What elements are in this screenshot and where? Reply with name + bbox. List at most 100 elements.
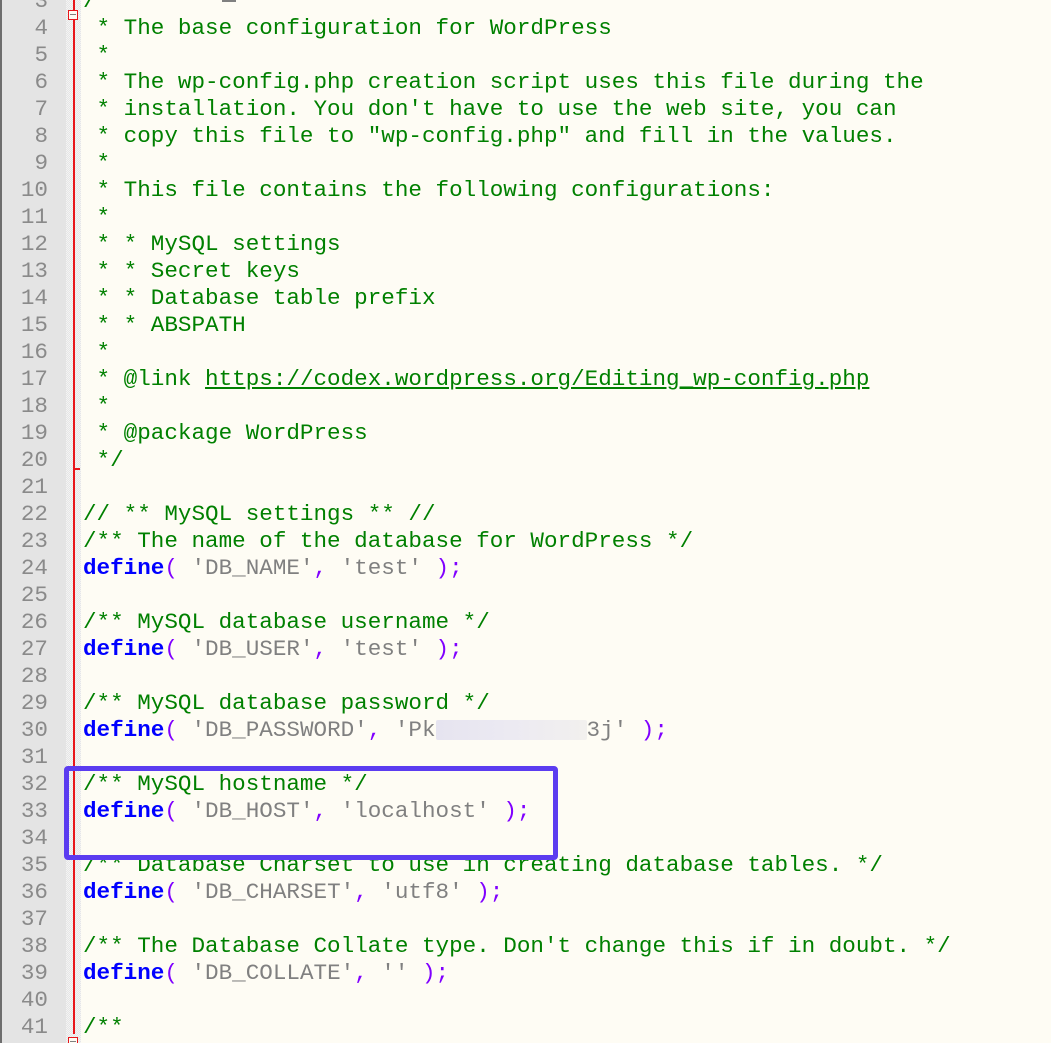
code-line[interactable]: 8 * copy this file to "wp-config.php" an…: [0, 123, 1051, 150]
code-content[interactable]: define( 'DB_HOST', 'localhost' );: [83, 798, 530, 825]
comment-text: /**: [83, 0, 124, 14]
comment-link[interactable]: https://codex.wordpress.org/Editing_wp-c…: [205, 366, 869, 392]
code-content[interactable]: * * Secret keys: [83, 258, 300, 285]
line-number: 3: [34, 0, 48, 14]
code-line[interactable]: 21: [0, 474, 1051, 501]
code-content[interactable]: define( 'DB_USER', 'test' );: [83, 636, 463, 663]
code-line[interactable]: 17 * @link https://codex.wordpress.org/E…: [0, 366, 1051, 393]
line-number: 19: [20, 420, 48, 446]
code-line[interactable]: 32 /** MySQL hostname */: [0, 771, 1051, 798]
code-line[interactable]: 25: [0, 582, 1051, 609]
operator: );: [435, 555, 463, 581]
code-line[interactable]: 3 /**: [0, 0, 1051, 15]
code-line[interactable]: 41 /**: [0, 1014, 1051, 1041]
code-line[interactable]: 20 */: [0, 447, 1051, 474]
code-content[interactable]: */: [83, 447, 124, 474]
code-line[interactable]: 28: [0, 663, 1051, 690]
code-content[interactable]: * * ABSPATH: [83, 312, 246, 339]
code-content[interactable]: * * Database table prefix: [83, 285, 436, 312]
code-line[interactable]: 9 *: [0, 150, 1051, 177]
code-editor[interactable]: 3/** 4 * The base configuration for WordP…: [0, 0, 1051, 1043]
code-content[interactable]: define( 'DB_COLLATE', '' );: [83, 960, 449, 987]
code-content[interactable]: /**: [83, 0, 124, 15]
code-content[interactable]: * copy this file to "wp-config.php" and …: [83, 123, 897, 150]
code-line[interactable]: 27 define( 'DB_USER', 'test' );: [0, 636, 1051, 663]
comment-text: * @package WordPress: [83, 420, 368, 446]
code-line[interactable]: 29 /** MySQL database password */: [0, 690, 1051, 717]
code-line[interactable]: 40: [0, 987, 1051, 1014]
code-line[interactable]: 31: [0, 744, 1051, 771]
code-line[interactable]: 14 * * Database table prefix: [0, 285, 1051, 312]
code-content[interactable]: /** MySQL hostname */: [83, 771, 368, 798]
string-literal: 'test': [327, 555, 436, 581]
line-number: 11: [20, 204, 48, 230]
code-line[interactable]: 7 * installation. You don't have to use …: [0, 96, 1051, 123]
operator: );: [503, 798, 531, 824]
code-content[interactable]: /** The name of the database for WordPre…: [83, 528, 693, 555]
code-content[interactable]: * The wp-config.php creation script uses…: [83, 69, 924, 96]
string-literal: 'DB_USER': [177, 636, 314, 662]
keyword-define: define: [83, 555, 165, 581]
code-line[interactable]: 18 *: [0, 393, 1051, 420]
code-content[interactable]: /** Database Charset to use in creating …: [83, 852, 883, 879]
line-number: 41: [20, 1014, 48, 1040]
comment-text: *: [83, 150, 111, 176]
code-line[interactable]: 16 *: [0, 339, 1051, 366]
code-line[interactable]: 39 define( 'DB_COLLATE', '' );: [0, 960, 1051, 987]
code-line[interactable]: 38 /** The Database Collate type. Don't c…: [0, 933, 1051, 960]
code-line[interactable]: 13 * * Secret keys: [0, 258, 1051, 285]
string-literal: 'DB_COLLATE': [177, 960, 355, 986]
operator: (: [164, 717, 178, 743]
code-line[interactable]: 15 * * ABSPATH: [0, 312, 1051, 339]
code-content[interactable]: * @package WordPress: [83, 420, 368, 447]
string-literal: 'localhost': [327, 798, 504, 824]
operator: (: [164, 798, 178, 824]
line-number: 22: [20, 501, 48, 527]
code-content[interactable]: * The base configuration for WordPress: [83, 15, 612, 42]
code-content[interactable]: * installation. You don't have to use th…: [83, 96, 897, 123]
comment-text: * * Secret keys: [83, 258, 300, 284]
code-content[interactable]: /** MySQL database password */: [83, 690, 490, 717]
code-content[interactable]: /** MySQL database username */: [83, 609, 490, 636]
code-content[interactable]: *: [83, 150, 111, 177]
code-line[interactable]: 26 /** MySQL database username */: [0, 609, 1051, 636]
code-line[interactable]: 19 * @package WordPress: [0, 420, 1051, 447]
comment-text: * * Database table prefix: [83, 285, 436, 311]
code-content[interactable]: *: [83, 393, 111, 420]
code-content[interactable]: define( 'DB_CHARSET', 'utf8' );: [83, 879, 503, 906]
code-line[interactable]: 36 define( 'DB_CHARSET', 'utf8' );: [0, 879, 1051, 906]
code-line[interactable]: 10 * This file contains the following co…: [0, 177, 1051, 204]
code-line[interactable]: 24 define( 'DB_NAME', 'test' );: [0, 555, 1051, 582]
operator: ,: [354, 960, 368, 986]
line-number: 13: [20, 258, 48, 284]
code-line[interactable]: 37: [0, 906, 1051, 933]
code-content[interactable]: /**: [83, 1014, 124, 1041]
code-line[interactable]: 6 * The wp-config.php creation script us…: [0, 69, 1051, 96]
code-line[interactable]: 11 *: [0, 204, 1051, 231]
code-content[interactable]: * * MySQL settings: [83, 231, 341, 258]
code-content[interactable]: define( 'DB_NAME', 'test' );: [83, 555, 463, 582]
code-line[interactable]: 5 *: [0, 42, 1051, 69]
code-line[interactable]: 35 /** Database Charset to use in creatin…: [0, 852, 1051, 879]
code-line[interactable]: 23 /** The name of the database for WordP…: [0, 528, 1051, 555]
code-line[interactable]: 30 define( 'DB_PASSWORD', 'Pk 3j' );: [0, 717, 1051, 744]
operator: (: [164, 636, 178, 662]
code-content[interactable]: *: [83, 339, 111, 366]
code-lines[interactable]: 3/** 4 * The base configuration for WordP…: [0, 0, 1051, 1041]
line-number: 39: [20, 960, 48, 986]
code-content[interactable]: // ** MySQL settings ** //: [83, 501, 436, 528]
code-content[interactable]: /** The Database Collate type. Don't cha…: [83, 933, 951, 960]
code-content[interactable]: * @link https://codex.wordpress.org/Edit…: [83, 366, 870, 393]
line-number: 30: [20, 717, 48, 743]
code-line[interactable]: 4 * The base configuration for WordPress: [0, 15, 1051, 42]
code-line[interactable]: 33 define( 'DB_HOST', 'localhost' );: [0, 798, 1051, 825]
code-line[interactable]: 22 // ** MySQL settings ** //: [0, 501, 1051, 528]
operator: ,: [354, 879, 368, 905]
code-content[interactable]: *: [83, 42, 111, 69]
string-literal: 'test': [327, 636, 436, 662]
code-content[interactable]: define( 'DB_PASSWORD', 'Pk 3j' );: [83, 717, 668, 744]
code-line[interactable]: 34: [0, 825, 1051, 852]
code-line[interactable]: 12 * * MySQL settings: [0, 231, 1051, 258]
code-content[interactable]: *: [83, 204, 111, 231]
code-content[interactable]: * This file contains the following confi…: [83, 177, 775, 204]
